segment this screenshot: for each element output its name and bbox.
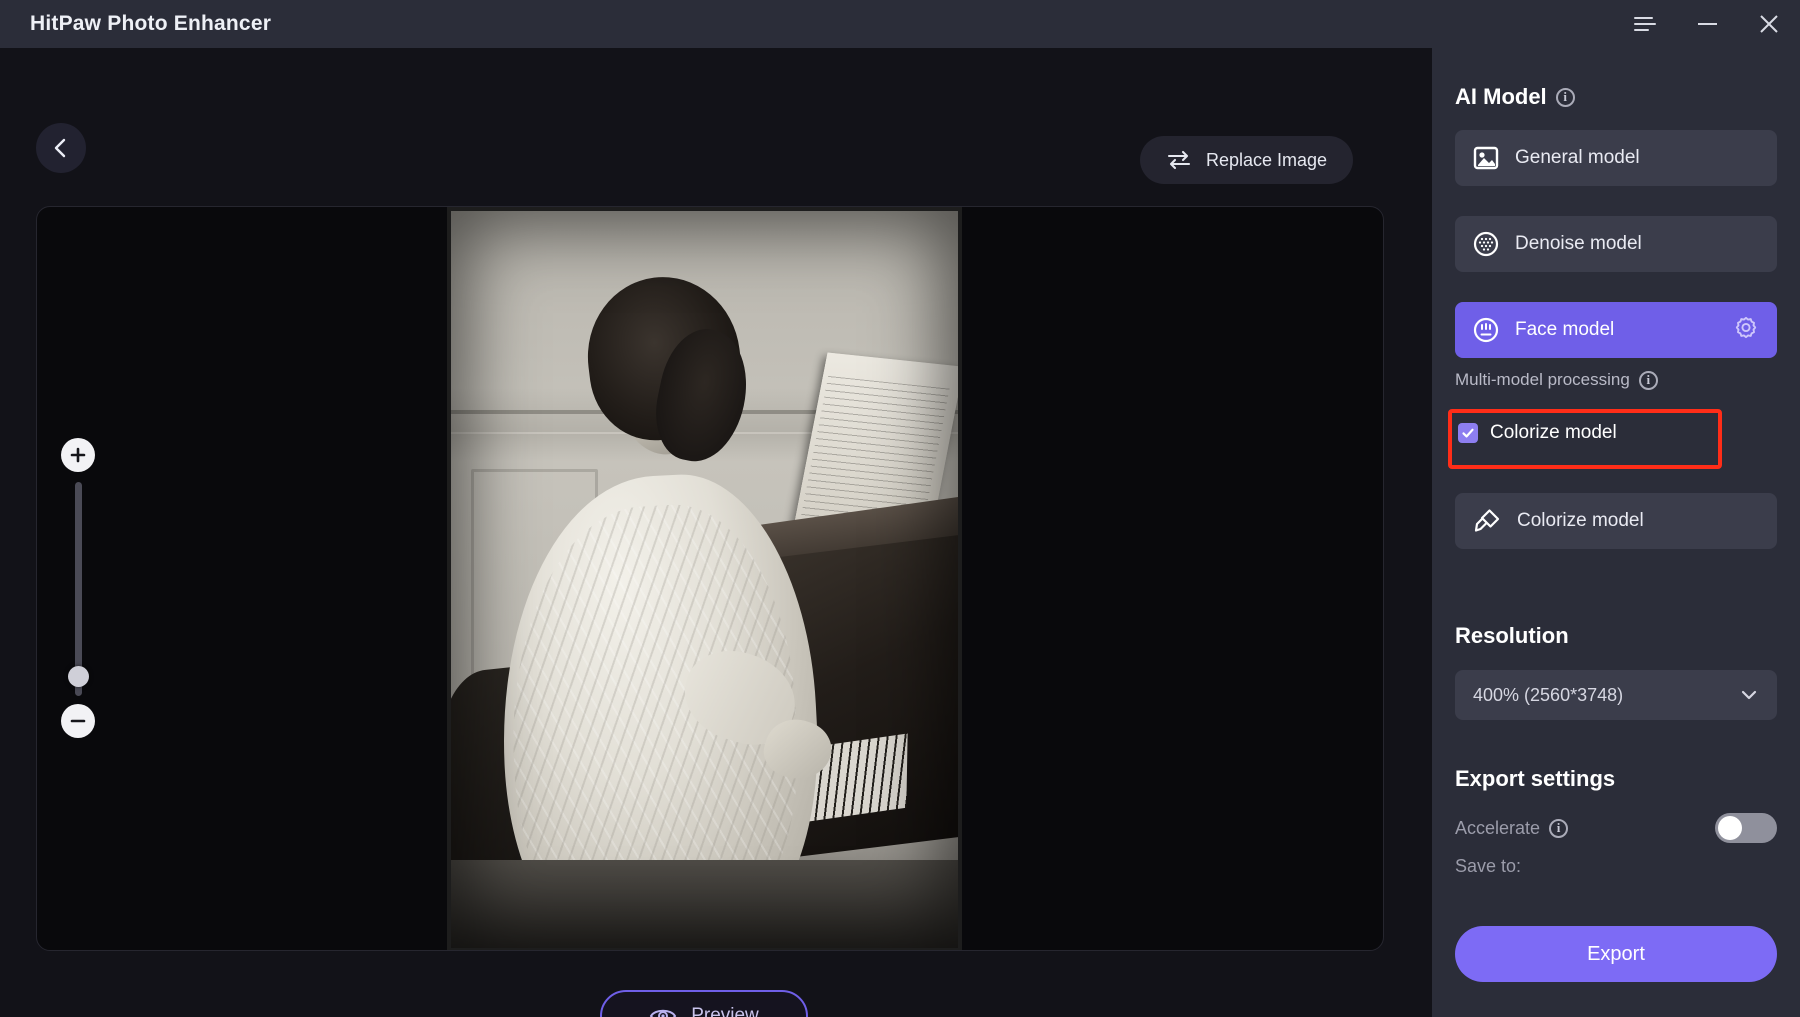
model-label-denoise: Denoise model <box>1515 233 1642 254</box>
ai-model-heading: AI Model i <box>1455 84 1575 110</box>
export-settings-heading: Export settings <box>1455 766 1615 792</box>
model-button-colorize[interactable]: Colorize model <box>1455 493 1777 549</box>
close-glyph <box>1760 15 1778 33</box>
window-controls <box>1614 0 1800 48</box>
resolution-value: 400% (2560*3748) <box>1473 684 1624 705</box>
model-button-general[interactable]: General model <box>1455 130 1777 186</box>
hamburger-lines <box>1634 17 1656 31</box>
export-button[interactable]: Export <box>1455 926 1777 982</box>
close-icon[interactable] <box>1738 0 1800 48</box>
resolution-heading-label: Resolution <box>1455 623 1569 648</box>
source-image <box>447 207 962 950</box>
image-icon <box>1473 146 1499 170</box>
ai-model-heading-label: AI Model <box>1455 84 1547 109</box>
swap-arrows-icon <box>1167 150 1191 170</box>
zoom-in-button[interactable] <box>61 438 95 472</box>
replace-image-label: Replace Image <box>1206 149 1328 170</box>
photo-content <box>451 211 958 948</box>
zoom-out-button[interactable] <box>61 704 95 738</box>
zoom-slider[interactable] <box>56 438 102 738</box>
app-title: HitPaw Photo Enhancer <box>30 12 272 35</box>
multi-model-processing-label: Multi-model processing <box>1455 370 1630 389</box>
menu-icon[interactable] <box>1614 0 1676 48</box>
title-bar: HitPaw Photo Enhancer <box>0 0 1800 48</box>
sidebar-scroll-area[interactable]: AI Model i General model Denoise model F… <box>1432 48 1800 920</box>
save-to-label: Save to: <box>1455 856 1522 876</box>
image-canvas[interactable] <box>36 206 1384 951</box>
back-icon <box>54 138 66 158</box>
export-settings-heading-label: Export settings <box>1455 766 1616 791</box>
chevron-down-icon <box>1741 690 1757 700</box>
model-button-face[interactable]: Face model <box>1455 302 1777 358</box>
colorize-model-checkbox-label: Colorize model <box>1490 422 1617 443</box>
info-icon[interactable]: i <box>1555 87 1575 107</box>
export-label: Export <box>1587 942 1645 965</box>
settings-sidebar: AI Model i General model Denoise model F… <box>1432 48 1800 1017</box>
colorize-model-checkbox[interactable] <box>1458 423 1478 443</box>
photo-vignette <box>451 211 958 948</box>
resolution-heading: Resolution <box>1455 623 1569 649</box>
workspace: Replace Image Preview <box>0 48 1432 1017</box>
back-button[interactable] <box>36 123 86 173</box>
plus-icon <box>70 447 86 463</box>
model-button-denoise[interactable]: Denoise model <box>1455 216 1777 272</box>
info-icon[interactable]: i <box>1549 818 1569 838</box>
zoom-slider-track[interactable] <box>75 482 82 696</box>
multi-model-processing-row: Multi-model processing i <box>1455 370 1658 390</box>
denoise-dots-icon <box>1473 231 1499 257</box>
accelerate-row: Accelerate i <box>1455 813 1777 843</box>
model-label-face: Face model <box>1515 319 1615 340</box>
zoom-slider-thumb[interactable] <box>68 666 89 687</box>
accelerate-toggle-knob <box>1718 816 1742 840</box>
resolution-select[interactable]: 400% (2560*3748) <box>1455 670 1777 720</box>
accelerate-toggle[interactable] <box>1715 813 1777 843</box>
gear-glyph <box>1735 316 1757 339</box>
application-window: HitPaw Photo Enhancer Replace Image Prev… <box>0 0 1800 1017</box>
minimize-line <box>1697 23 1717 25</box>
colorize-model-checkbox-row[interactable]: Colorize model <box>1458 422 1617 444</box>
info-icon[interactable]: i <box>1638 370 1658 390</box>
model-label-general: General model <box>1515 147 1640 168</box>
gear-icon[interactable] <box>1733 315 1759 346</box>
minus-icon <box>70 719 86 723</box>
checkmark-icon <box>1462 428 1474 438</box>
minimize-icon[interactable] <box>1676 0 1738 48</box>
model-label-colorize: Colorize model <box>1517 510 1644 531</box>
replace-image-button[interactable]: Replace Image <box>1140 136 1354 184</box>
preview-label: Preview <box>691 1005 759 1017</box>
accelerate-label: Accelerate <box>1455 817 1541 838</box>
preview-button[interactable]: Preview <box>600 990 808 1017</box>
paint-roller-icon <box>1474 509 1500 532</box>
eye-icon <box>650 1009 677 1017</box>
face-icon <box>1473 317 1499 343</box>
